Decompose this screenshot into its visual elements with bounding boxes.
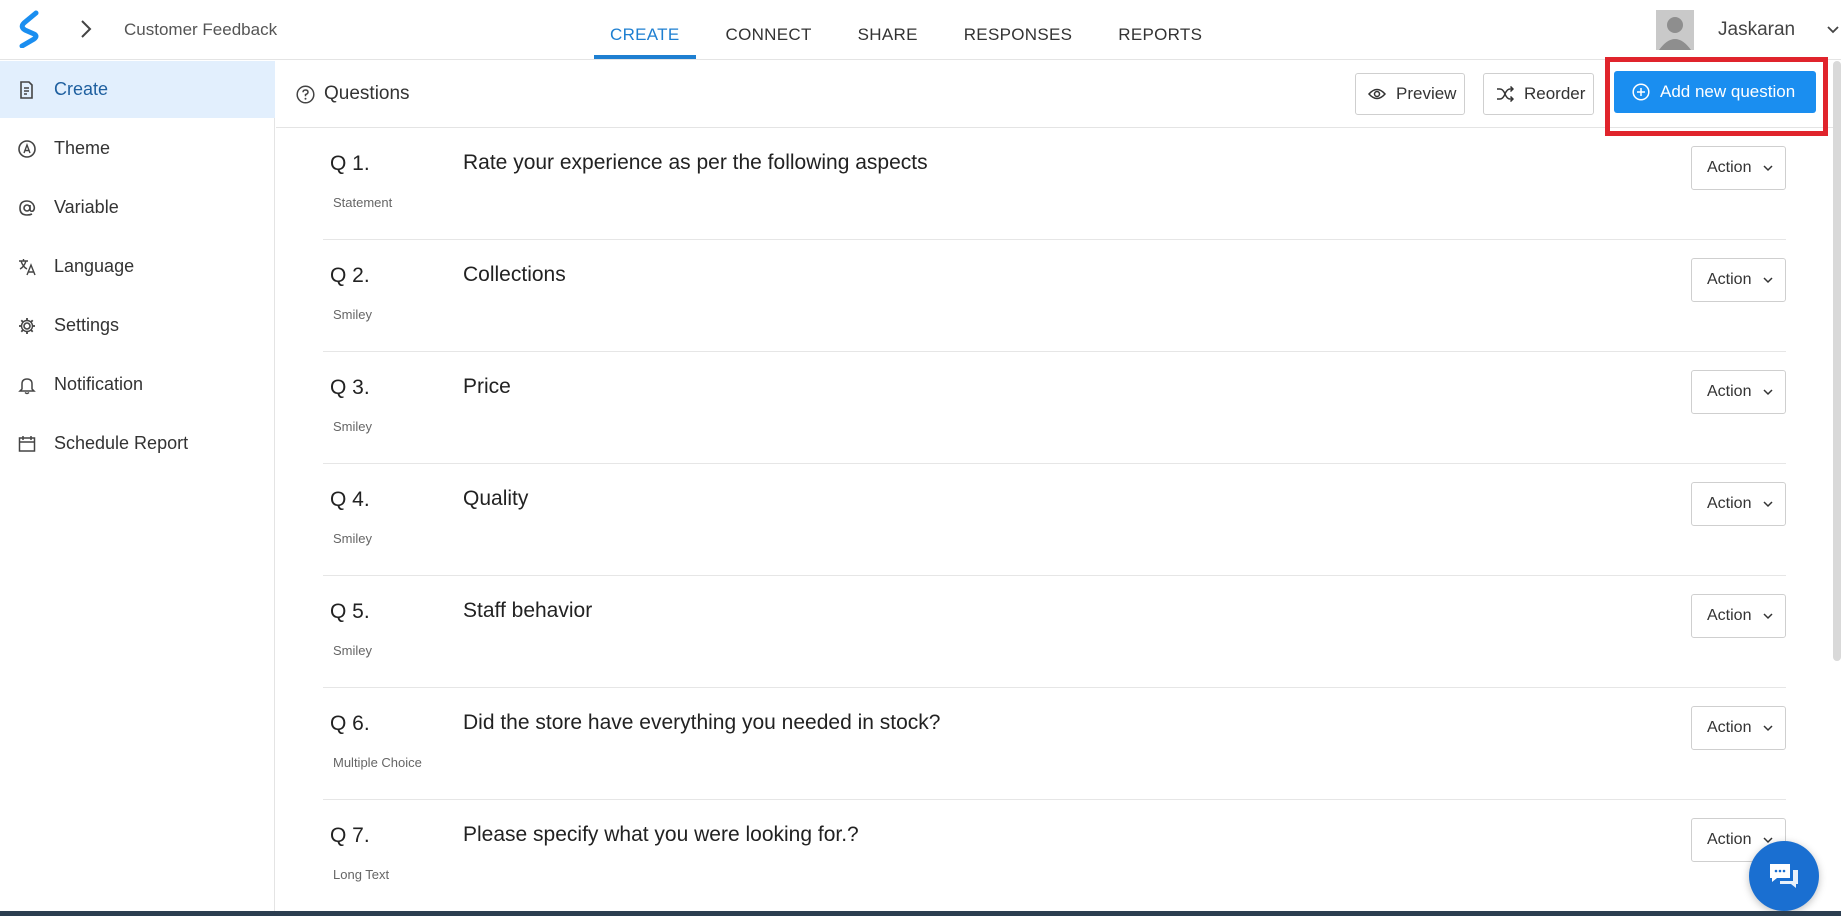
question-circle-icon: [296, 85, 315, 104]
main-nav: CREATE CONNECT SHARE RESPONSES REPORTS: [594, 0, 1218, 60]
eye-icon: [1368, 88, 1386, 100]
bell-icon: [18, 377, 36, 394]
tab-share[interactable]: SHARE: [842, 0, 934, 60]
add-question-label: Add new question: [1660, 82, 1796, 101]
question-type: Smiley: [333, 531, 373, 546]
theme-icon: [18, 139, 36, 158]
action-dropdown[interactable]: Action: [1691, 482, 1786, 526]
question-text[interactable]: Please specify what you were looking for…: [463, 823, 859, 847]
document-edit-icon: [20, 80, 33, 99]
avatar[interactable]: [1656, 10, 1694, 50]
tab-create[interactable]: CREATE: [594, 0, 696, 60]
question-type: Statement: [333, 195, 393, 210]
chat-bubble-icon: [1770, 864, 1798, 888]
question-type: Multiple Choice: [333, 755, 422, 770]
at-sign-icon: [19, 199, 36, 216]
sidebar-item-label: Create: [54, 79, 109, 99]
action-label: Action: [1707, 719, 1752, 736]
sidebar-item-label: Language: [54, 256, 135, 276]
action-dropdown[interactable]: Action: [1691, 594, 1786, 638]
tab-connect[interactable]: CONNECT: [710, 0, 828, 60]
question-number: Q 5.: [330, 600, 370, 623]
calendar-icon: [18, 435, 36, 452]
question-number: Q 3.: [330, 376, 370, 399]
question-row[interactable]: Q 2. Smiley Collections Action: [323, 240, 1786, 352]
question-type: Long Text: [333, 867, 390, 882]
action-label: Action: [1707, 607, 1752, 624]
chat-widget-button[interactable]: [1749, 841, 1819, 911]
action-label: Action: [1707, 383, 1752, 400]
window-bottom-edge: [0, 911, 1841, 916]
plus-circle-icon: [1632, 83, 1650, 101]
sidebar-item-label: Settings: [54, 315, 120, 335]
chevron-down-icon: [1763, 277, 1773, 284]
question-type: Smiley: [333, 643, 373, 658]
chevron-down-icon: [1763, 389, 1773, 396]
question-number: Q 4.: [330, 488, 370, 511]
sidebar-item-schedule-report[interactable]: Schedule Report: [0, 415, 275, 472]
reorder-button[interactable]: Reorder: [1483, 73, 1594, 115]
question-text[interactable]: Did the store have everything you needed…: [463, 711, 940, 735]
sidebar-item-label: Schedule Report: [54, 433, 189, 453]
tab-responses[interactable]: RESPONSES: [948, 0, 1089, 60]
action-dropdown[interactable]: Action: [1691, 146, 1786, 190]
question-row[interactable]: Q 5. Smiley Staff behavior Action: [323, 576, 1786, 688]
translate-icon: [19, 258, 36, 275]
question-row[interactable]: Q 7. Long Text Please specify what you w…: [323, 800, 1786, 911]
action-dropdown[interactable]: Action: [1691, 258, 1786, 302]
question-row[interactable]: Q 1. Statement Rate your experience as p…: [323, 128, 1786, 240]
sidebar-item-create[interactable]: Create: [0, 61, 275, 118]
sidebar: Create Theme Variable Language Settings: [0, 61, 275, 916]
action-label: Action: [1707, 159, 1752, 176]
chevron-down-icon: [1763, 501, 1773, 508]
question-text[interactable]: Collections: [463, 263, 566, 287]
question-text[interactable]: Quality: [463, 487, 528, 511]
chevron-down-icon: [1763, 613, 1773, 620]
question-number: Q 7.: [330, 824, 370, 847]
sidebar-item-language[interactable]: Language: [0, 238, 275, 295]
question-text[interactable]: Rate your experience as per the followin…: [463, 151, 928, 175]
app-logo-icon[interactable]: [16, 10, 44, 48]
page-title: Questions: [324, 83, 410, 104]
sidebar-item-notification[interactable]: Notification: [0, 356, 275, 413]
question-type: Smiley: [333, 419, 373, 434]
question-number: Q 6.: [330, 712, 370, 735]
sidebar-item-settings[interactable]: Settings: [0, 297, 275, 354]
preview-label: Preview: [1396, 84, 1457, 103]
action-label: Action: [1707, 271, 1752, 288]
username[interactable]: Jaskaran: [1718, 19, 1795, 41]
question-row[interactable]: Q 3. Smiley Price Action: [323, 352, 1786, 464]
action-label: Action: [1707, 831, 1752, 848]
question-row[interactable]: Q 4. Smiley Quality Action: [323, 464, 1786, 576]
question-number: Q 1.: [330, 152, 370, 175]
question-type: Smiley: [333, 307, 373, 322]
action-dropdown[interactable]: Action: [1691, 706, 1786, 750]
question-row[interactable]: Q 6. Multiple Choice Did the store have …: [323, 688, 1786, 800]
sidebar-item-label: Notification: [54, 374, 144, 394]
action-dropdown[interactable]: Action: [1691, 370, 1786, 414]
gear-icon: [19, 317, 35, 334]
chevron-down-icon[interactable]: [1826, 24, 1840, 36]
tab-reports[interactable]: REPORTS: [1102, 0, 1218, 60]
chevron-down-icon: [1763, 725, 1773, 732]
question-number: Q 2.: [330, 264, 370, 287]
sidebar-item-label: Variable: [54, 197, 119, 217]
reorder-label: Reorder: [1524, 84, 1586, 103]
preview-button[interactable]: Preview: [1355, 73, 1465, 115]
scrollbar[interactable]: [1833, 61, 1841, 661]
question-text[interactable]: Staff behavior: [463, 599, 592, 623]
breadcrumb-title: Customer Feedback: [124, 20, 278, 39]
chevron-right-icon[interactable]: [76, 18, 96, 40]
top-bar: Customer Feedback CREATE CONNECT SHARE R…: [0, 0, 1841, 60]
sidebar-item-variable[interactable]: Variable: [0, 179, 275, 236]
shuffle-icon: [1497, 86, 1514, 102]
sidebar-item-label: Theme: [54, 138, 111, 158]
sidebar-item-theme[interactable]: Theme: [0, 120, 275, 177]
add-new-question-button[interactable]: Add new question: [1614, 71, 1816, 113]
chevron-down-icon: [1763, 165, 1773, 172]
action-label: Action: [1707, 495, 1752, 512]
question-text[interactable]: Price: [463, 375, 511, 399]
